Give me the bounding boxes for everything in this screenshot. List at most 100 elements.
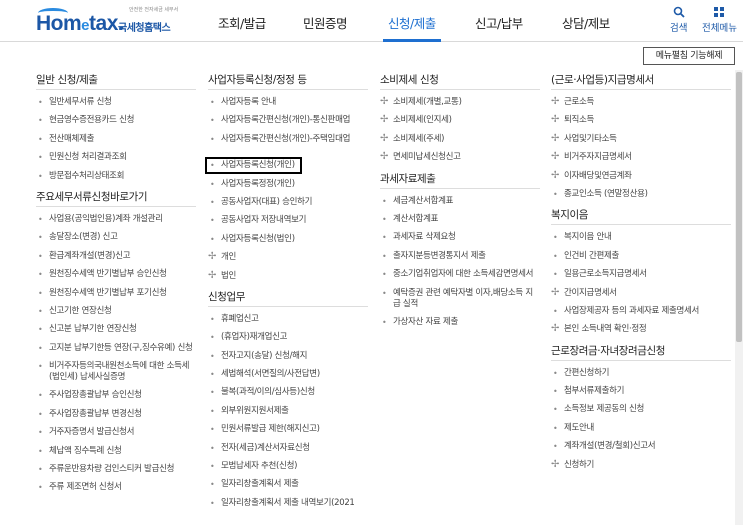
menu-item[interactable]: • 모범납세자 추천(신청) — [208, 461, 368, 472]
bullet-icon: • — [553, 233, 558, 243]
menu-item[interactable]: • 원천징수세액 반기별납부 포기신청 — [36, 288, 196, 299]
menu-item-expandable[interactable]: ✢ 근로소득 — [551, 96, 731, 108]
all-menu-label: 전체메뉴 — [702, 23, 737, 34]
menu-item-label: 주사업장총괄납부 승인신청 — [49, 390, 142, 401]
section-title-payment-statements: (근로·사업등)지급명세서 — [551, 74, 654, 86]
menu-item[interactable]: • 사업자등록간편신청(개인)-통신판매업 — [208, 115, 368, 126]
menu-item-expandable[interactable]: ✢ 법인 — [208, 270, 368, 282]
menu-expand-toggle-button[interactable]: 메뉴펼침 기능해제 — [643, 47, 735, 65]
logo-word-e: e — [81, 17, 90, 34]
bullet-icon: • — [553, 442, 558, 452]
menu-item-label: 현금영수증전용카드 신청 — [49, 115, 135, 126]
logo-tagline: 안전한 전자세금 세무서 — [129, 7, 179, 13]
nav-item-report-pay[interactable]: 신고/납부 — [475, 13, 523, 32]
bullet-icon: • — [210, 116, 215, 126]
scrollbar-thumb[interactable] — [736, 72, 742, 342]
menu-item[interactable]: • 신고분 납부기한 연장신청 — [36, 324, 196, 335]
menu-item[interactable]: • 간편신청하기 — [551, 368, 731, 379]
menu-item[interactable]: • 인건비 간편제출 — [551, 251, 731, 262]
hometax-logo[interactable]: 안전한 전자세금 세무서 Hometax. 국세청홈택스 — [36, 6, 179, 36]
menu-item-expandable[interactable]: ✢ 개인 — [208, 251, 368, 263]
menu-item[interactable]: • 송달장소(변경) 신고 — [36, 232, 196, 243]
menu-item-expandable[interactable]: ✢ 소비제세(인지세) — [380, 114, 540, 126]
menu-item[interactable]: • (휴업자)재개업신고 — [208, 332, 368, 343]
menu-item-expandable[interactable]: ✢ 간이지급명세서 — [551, 287, 731, 299]
menu-item[interactable]: • 첨부서류제출하기 — [551, 386, 731, 397]
menu-item-expandable[interactable]: ✢ 면세미납세신청신고 — [380, 151, 540, 163]
search-button[interactable]: 검색 — [670, 6, 687, 34]
menu-item[interactable]: • 출자지분등변경통지서 제출 — [380, 251, 540, 262]
menu-item[interactable]: • 외부위원지원서제출 — [208, 406, 368, 417]
menu-item-expandable[interactable]: ✢ 신청하기 — [551, 459, 731, 471]
menu-item[interactable]: • 복지이음 안내 — [551, 232, 731, 243]
menu-item[interactable]: • 중소기업취업자에 대한 소득세감면명세서 — [380, 269, 540, 280]
menu-item[interactable]: • 주류운반용차량 검인스티커 발급신청 — [36, 464, 196, 475]
menu-item[interactable]: • 일자리창출계획서 제출 내역보기(2021 — [208, 498, 368, 509]
menu-item[interactable]: • 비거주자등의국내원천소득에 대한 소득세(법인세) 납세사실증명 — [36, 361, 196, 383]
menu-item-label: 세법해석(서면질의/사전답변) — [221, 369, 320, 380]
menu-item[interactable]: • 사업자등록 안내 — [208, 97, 368, 108]
menu-item[interactable]: • 민원신청 처리결과조회 — [36, 152, 196, 163]
menu-item[interactable]: • 세금계산서합계표 — [380, 196, 540, 207]
menu-item[interactable]: • 가상자산 자료 제출 — [380, 317, 540, 328]
menu-item[interactable]: • 사업자등록정정(개인) — [208, 179, 368, 190]
menu-item[interactable]: • 사업자등록신청(법인) — [208, 234, 368, 245]
menu-item-expandable[interactable]: ✢ 본인 소득내역 확인·정정 — [551, 323, 731, 335]
all-menu-button[interactable]: 전체메뉴 — [702, 6, 737, 34]
nav-item-apply-submit[interactable]: 신청/제출 — [388, 13, 436, 32]
menu-item[interactable]: • 거주자증명서 발급신청서 — [36, 427, 196, 438]
menu-item[interactable]: • 사업용(공익법인용)계좌 개설관리 — [36, 214, 196, 225]
menu-item[interactable]: • 제도안내 — [551, 423, 731, 434]
menu-item[interactable]: • 불복(과적/이의/심사등)신청 — [208, 387, 368, 398]
menu-item-expandable[interactable]: ✢ 소비제세(개별,교통) — [380, 96, 540, 108]
menu-item-business-registration-individual[interactable]: • 사업자등록신청(개인) — [205, 157, 302, 175]
menu-item[interactable]: • 소득정보 제공동의 신청 — [551, 404, 731, 415]
plus-icon: ✢ — [551, 132, 560, 144]
nav-item-certificates[interactable]: 민원증명 — [303, 13, 348, 32]
bullet-icon: • — [382, 270, 387, 280]
menu-item[interactable]: • 환급계좌개설(변경)신고 — [36, 251, 196, 262]
menu-item[interactable]: • 일반세무서류 신청 — [36, 97, 196, 108]
menu-item[interactable]: • 전자고지(송달) 신청/해지 — [208, 351, 368, 362]
nav-item-inquiry[interactable]: 조회/발급 — [218, 13, 266, 32]
menu-item[interactable]: • 체납액 징수특례 신청 — [36, 446, 196, 457]
menu-item[interactable]: • 주사업장총괄납부 변경신청 — [36, 409, 196, 420]
menu-item[interactable]: • 공동사업자(대표) 승인하기 — [208, 197, 368, 208]
bullet-icon: • — [382, 233, 387, 243]
menu-item[interactable]: • 전산매체제출 — [36, 134, 196, 145]
menu-item-expandable[interactable]: ✢ 사업및기타소득 — [551, 132, 731, 145]
menu-item[interactable]: • 공동사업자 저장내역보기 — [208, 215, 368, 226]
menu-item[interactable]: • 현금영수증전용카드 신청 — [36, 115, 196, 126]
menu-item[interactable]: • 일용근로소득지급명세서 — [551, 269, 731, 280]
menu-item[interactable]: • 방문접수처리상태조회 — [36, 171, 196, 182]
bullet-icon: • — [382, 196, 387, 206]
menu-item-label: 휴폐업신고 — [221, 313, 259, 324]
nav-item-consult-report[interactable]: 상담/제보 — [562, 13, 610, 32]
menu-item[interactable]: • 주사업장총괄납부 승인신청 — [36, 390, 196, 401]
menu-item[interactable]: • 예탁증권 관련 예탁자별 이자,배당소득 지급 실적 — [380, 288, 540, 310]
menu-item-label: 소비제세(인지세) — [393, 115, 452, 126]
menu-item[interactable]: • 고지분 납부기한등 연장(구,징수유예) 신청 — [36, 343, 196, 354]
bullet-icon: • — [210, 161, 215, 171]
plus-icon: ✢ — [380, 132, 389, 144]
menu-item[interactable]: • 일자리창출계획서 제출 — [208, 479, 368, 490]
menu-item-expandable[interactable]: ✢ 비거주자지급명세서 — [551, 151, 731, 163]
menu-item[interactable]: • 종교인소득 (연말정산용) — [551, 189, 731, 200]
menu-item[interactable]: • 세법해석(서면질의/사전답변) — [208, 369, 368, 380]
menu-item-expandable[interactable]: ✢ 소비제세(주세) — [380, 132, 540, 145]
menu-item[interactable]: • 계좌개설(변경/철회)신고서 — [551, 441, 731, 452]
menu-item-label: 소비제세(개별,교통) — [393, 97, 462, 107]
menu-item[interactable]: • 사업장제공자 등의 과세자료 제출명세서 — [551, 306, 731, 317]
menu-item[interactable]: • 신고기한 연장신청 — [36, 306, 196, 317]
menu-item[interactable]: • 사업자등록간편신청(개인)-주택임대업 — [208, 134, 368, 145]
menu-item[interactable]: • 과세자료 삭제요청 — [380, 232, 540, 243]
menu-item[interactable]: • 계산서합계표 — [380, 214, 540, 225]
bullet-icon: • — [210, 462, 215, 472]
menu-item[interactable]: • 주류 제조면허 신청서 — [36, 482, 196, 493]
menu-item[interactable]: • 전자(세금)계산서자료신청 — [208, 443, 368, 454]
menu-item[interactable]: • 원천징수세액 반기별납부 승인신청 — [36, 269, 196, 280]
menu-item-expandable[interactable]: ✢ 퇴직소득 — [551, 114, 731, 126]
menu-item[interactable]: • 민원서류발급 제한(해지신고) — [208, 424, 368, 435]
menu-item[interactable]: • 휴폐업신고 — [208, 314, 368, 325]
menu-item-expandable[interactable]: ✢ 이자배당및연금계좌 — [551, 170, 731, 182]
